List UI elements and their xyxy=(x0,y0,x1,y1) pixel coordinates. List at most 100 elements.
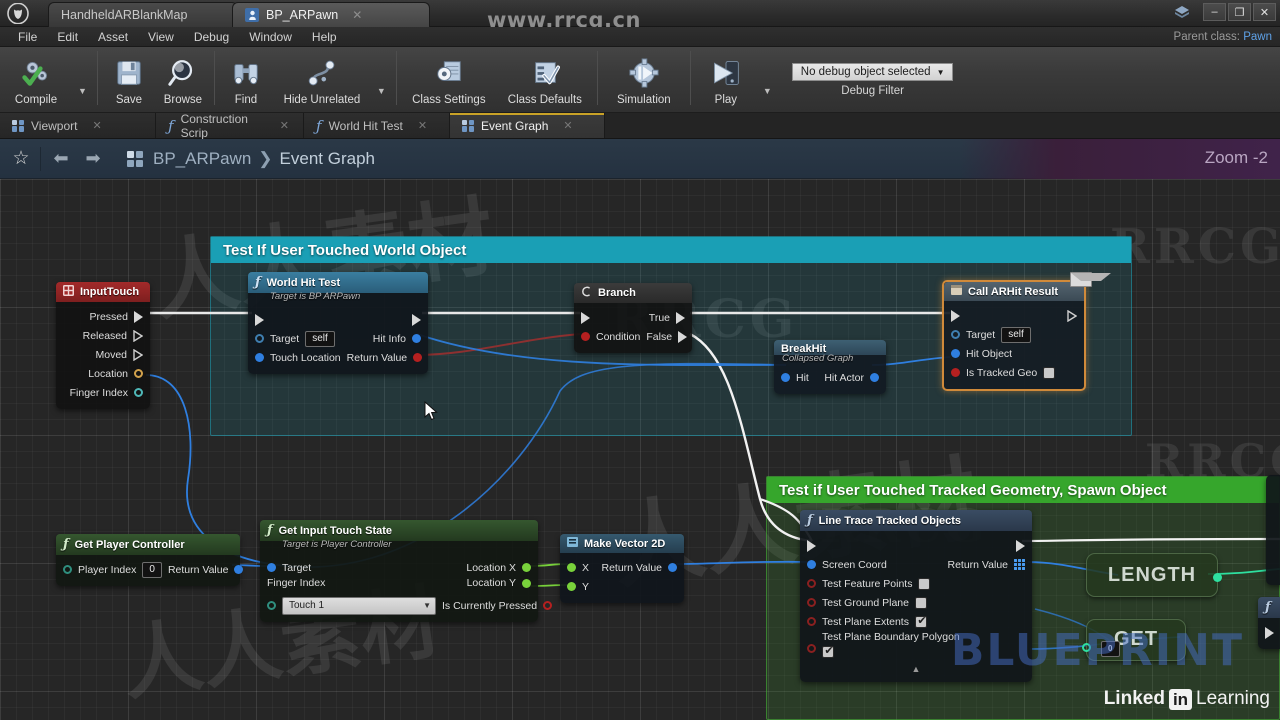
exec-out-pin[interactable] xyxy=(133,348,143,361)
enum-in-pin[interactable] xyxy=(267,601,276,610)
pin-y[interactable]: Y xyxy=(560,577,684,596)
pin-hit-hitactor[interactable]: Hit Hit Actor xyxy=(774,368,886,387)
float-out-pin[interactable] xyxy=(522,578,531,588)
unreal-marketplace-icon[interactable] xyxy=(1172,4,1192,23)
node-length[interactable]: LENGTH xyxy=(1086,553,1222,597)
pin-player-index-return[interactable]: Player Index 0 Return Value xyxy=(56,560,244,579)
tab-event-graph[interactable]: Event Graph ✕ xyxy=(450,113,605,138)
pin-exec-true[interactable]: True xyxy=(574,308,692,327)
pin-fingerindex-locationy[interactable]: Finger Index Location Y xyxy=(260,577,538,596)
minimize-button[interactable]: – xyxy=(1203,3,1226,21)
close-button[interactable]: ✕ xyxy=(1253,3,1276,21)
node-get-player-controller[interactable]: ƒ Get Player Controller Player Index 0 R… xyxy=(56,534,244,586)
window-tab-close-icon[interactable]: ✕ xyxy=(352,8,362,22)
menu-item-asset[interactable]: Asset xyxy=(88,27,138,47)
toolbar-play-button[interactable]: Play xyxy=(695,47,757,113)
pin-hit-object[interactable]: Hit Object xyxy=(944,344,1084,363)
toolbar-find-button[interactable]: Find xyxy=(219,47,273,113)
toolbar-class-settings-button[interactable]: Class Settings xyxy=(401,47,497,113)
toolbar-class-defaults-button[interactable]: Class Defaults xyxy=(497,47,593,113)
int-in-pin[interactable] xyxy=(63,565,72,574)
bool-in-pin[interactable] xyxy=(807,579,816,588)
pin-test-feature-points[interactable]: Test Feature Points xyxy=(800,574,1032,593)
node-call-arhit-result[interactable]: Call ARHit Result Target self Hit Object xyxy=(942,272,1111,391)
test-ground-plane-checkbox[interactable] xyxy=(914,596,927,609)
struct-out-pin[interactable] xyxy=(412,334,421,343)
exec-out-pin[interactable] xyxy=(134,310,143,323)
bool-in-pin[interactable] xyxy=(581,332,590,341)
struct-in-pin[interactable] xyxy=(807,560,816,569)
exec-in-pin[interactable] xyxy=(951,309,960,322)
node-branch[interactable]: Branch True Condition False xyxy=(574,283,692,353)
struct-out-pin[interactable] xyxy=(668,563,677,572)
node-partial-right[interactable]: ƒ xyxy=(1258,597,1280,649)
object-in-pin[interactable] xyxy=(255,334,264,343)
tab-viewport[interactable]: Viewport ✕ xyxy=(0,113,156,138)
node-get-input-touch-state[interactable]: ƒ Get Input Touch State Target is Player… xyxy=(260,520,553,622)
menu-item-view[interactable]: View xyxy=(138,27,184,47)
bool-out-pin[interactable] xyxy=(543,601,553,610)
float-in-pin[interactable] xyxy=(567,563,576,572)
tab-construction-script[interactable]: ƒ Construction Scrip ✕ xyxy=(156,112,304,140)
toolbar-hide-unrelated-button[interactable]: Hide Unrelated xyxy=(273,47,371,113)
exec-out-true-pin[interactable] xyxy=(676,311,685,324)
pin-condition-false[interactable]: Condition False xyxy=(574,327,692,346)
breadcrumb-root[interactable]: BP_ARPawn xyxy=(153,149,251,168)
toolbar-save-button[interactable]: Save xyxy=(102,47,156,113)
exec-out-false-pin[interactable] xyxy=(678,330,688,343)
exec-in-pin[interactable] xyxy=(255,313,264,326)
pin-is-tracked-geo[interactable]: Is Tracked Geo xyxy=(944,363,1084,382)
back-arrow-icon[interactable]: ⬅ xyxy=(45,148,77,169)
test-plane-extents-checkbox[interactable] xyxy=(914,614,928,628)
node-make-vector-2d[interactable]: Make Vector 2D X Return Value Y xyxy=(560,534,684,603)
pin-target-locationx[interactable]: Target Location X xyxy=(260,558,538,577)
bool-in-pin[interactable] xyxy=(807,617,816,626)
finger-index-dropdown[interactable]: Touch 1 ▼ xyxy=(282,596,436,615)
exec-in-pin[interactable] xyxy=(581,311,590,324)
pin-released[interactable]: Released xyxy=(56,326,150,345)
array-out-pin[interactable] xyxy=(1014,559,1025,570)
is-tracked-geo-checkbox[interactable] xyxy=(1043,366,1056,379)
struct-out-pin[interactable] xyxy=(134,369,143,378)
enum-out-pin[interactable] xyxy=(134,388,143,397)
node-break-hit[interactable]: BreakHit Collapsed Graph Hit Hit Actor xyxy=(774,340,886,394)
int-out-pin[interactable] xyxy=(1213,573,1222,582)
object-in-pin[interactable] xyxy=(267,563,276,572)
pin-test-ground-plane[interactable]: Test Ground Plane xyxy=(800,593,1032,612)
test-feature-points-checkbox[interactable] xyxy=(918,577,931,590)
pin-touch-location[interactable]: Touch Location Return Value xyxy=(248,348,428,367)
exec-out-pin[interactable] xyxy=(1016,539,1025,552)
toolbar-compile-button[interactable]: Compile xyxy=(0,47,72,113)
struct-in-pin[interactable] xyxy=(781,373,790,382)
tab-close-icon[interactable]: ✕ xyxy=(563,119,572,132)
pin-finger-index[interactable]: Finger Index xyxy=(56,383,150,402)
vector-in-pin[interactable] xyxy=(255,353,264,362)
node-partial-right-2[interactable] xyxy=(1266,475,1280,585)
test-plane-boundary-polygon-checkbox[interactable] xyxy=(822,644,835,658)
menu-item-file[interactable]: File xyxy=(8,27,47,47)
toolbar-browse-button[interactable]: Browse xyxy=(156,47,210,113)
hide-unrelated-chevron-down-icon[interactable]: ▼ xyxy=(371,86,392,96)
pin-target[interactable]: Target self xyxy=(944,325,1084,344)
pin-screen-coord-return[interactable]: Screen Coord Return Value xyxy=(800,555,1032,574)
node-world-hit-test[interactable]: ƒ World Hit Test Target is BP ARPawn Tar… xyxy=(248,272,428,374)
forward-arrow-icon[interactable]: ➡ xyxy=(77,148,109,169)
bool-in-pin[interactable] xyxy=(807,598,816,607)
float-in-pin[interactable] xyxy=(567,582,576,591)
menu-item-help[interactable]: Help xyxy=(302,27,347,47)
bool-in-pin[interactable] xyxy=(807,644,816,653)
exec-in-pin[interactable] xyxy=(807,539,816,552)
bool-in-pin[interactable] xyxy=(951,368,960,377)
menu-item-edit[interactable]: Edit xyxy=(47,27,88,47)
exec-out-pin[interactable] xyxy=(412,313,421,326)
target-self-value[interactable]: self xyxy=(1001,326,1031,343)
debug-object-dropdown[interactable]: No debug object selected ▼ xyxy=(791,63,954,81)
event-graph-canvas[interactable]: 人人素材 人人素材 人人素材 RRCG RRCG RRCG RRCG Test … xyxy=(0,179,1280,720)
toolbar-simulation-button[interactable]: Simulation xyxy=(602,47,686,113)
favorite-star-icon[interactable]: ☆ xyxy=(6,147,36,170)
window-tab-bp-arpawn[interactable]: BP_ARPawn ✕ xyxy=(232,2,430,27)
compile-options-chevron-down-icon[interactable]: ▼ xyxy=(72,86,93,96)
menu-item-window[interactable]: Window xyxy=(239,27,302,47)
object-in-pin[interactable] xyxy=(951,349,960,358)
parent-class-value[interactable]: Pawn xyxy=(1243,31,1272,43)
